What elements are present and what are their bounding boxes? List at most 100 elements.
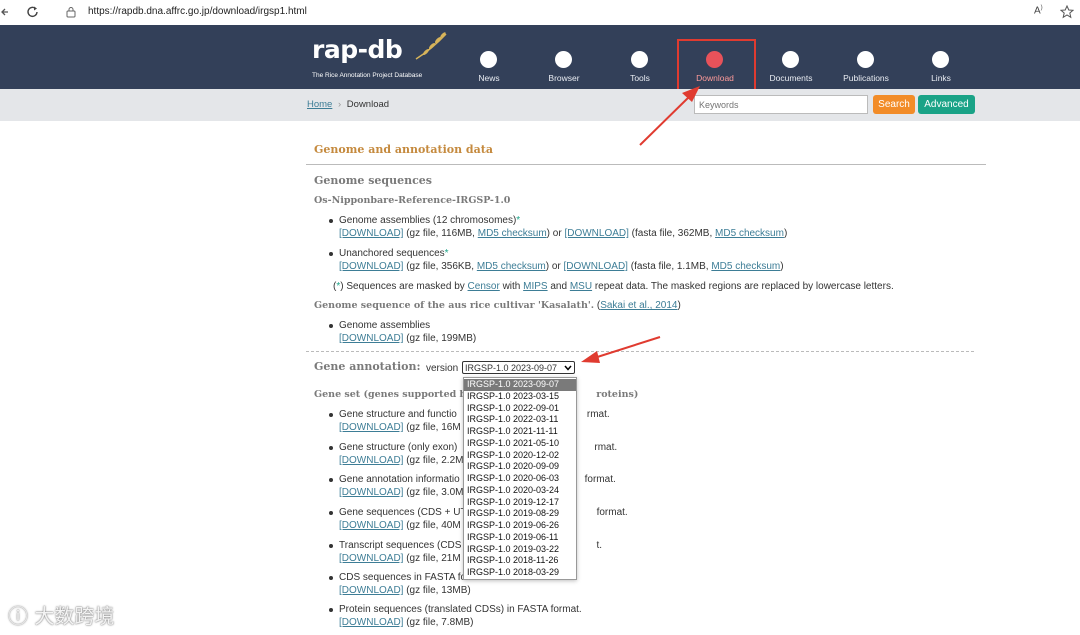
download-link[interactable]: [DOWNLOAD] <box>339 261 403 272</box>
nav-publications[interactable]: Publications <box>831 25 901 89</box>
download-link[interactable]: [DOWNLOAD] <box>339 520 403 531</box>
nav-publications-label: Publications <box>843 73 889 83</box>
download-link[interactable]: [DOWNLOAD] <box>339 617 403 628</box>
rice-logo-icon <box>415 32 447 60</box>
download-link[interactable]: [DOWNLOAD] <box>339 333 403 344</box>
lock-icon[interactable] <box>66 6 76 18</box>
download-link[interactable]: [DOWNLOAD] <box>339 422 403 433</box>
download-line: [DOWNLOAD] (gz file, 21M <box>339 553 461 564</box>
download-line: [DOWNLOAD] (gz file, 3.0M <box>339 487 464 498</box>
list-item: Genome assemblies (12 chromosomes)* <box>328 215 521 226</box>
version-option[interactable]: IRGSP-1.0 2020-12-02 <box>464 450 576 462</box>
breadcrumb-current: Download <box>346 99 390 110</box>
version-option[interactable]: IRGSP-1.0 2020-03-24 <box>464 485 576 497</box>
arrow-annotation-version <box>581 336 661 363</box>
chevron-down-icon <box>564 365 572 371</box>
site-logo[interactable]: rap-db <box>312 35 403 64</box>
nav-browser[interactable]: Browser <box>529 25 599 89</box>
url-bar[interactable]: https://rapdb.dna.affrc.go.jp/download/i… <box>88 6 307 17</box>
version-option[interactable]: IRGSP-1.0 2022-09-01 <box>464 403 576 415</box>
browser-icon <box>555 51 572 68</box>
news-icon <box>480 51 497 68</box>
download-line: [DOWNLOAD] (gz file, 356KB, MD5 checksum… <box>339 261 784 272</box>
download-line: [DOWNLOAD] (gz file, 7.8MB) <box>339 617 474 628</box>
arrow-annotation-download <box>639 86 700 146</box>
version-option[interactable]: IRGSP-1.0 2023-09-07 <box>464 379 576 391</box>
kasalath-title: Genome sequence of the aus rice cultivar… <box>314 300 681 311</box>
version-option[interactable]: IRGSP-1.0 2021-11-11 <box>464 426 576 438</box>
reload-icon[interactable] <box>26 5 40 19</box>
download-line: [DOWNLOAD] (gz file, 40M <box>339 520 461 531</box>
version-option[interactable]: IRGSP-1.0 2019-08-29 <box>464 508 576 520</box>
version-option[interactable]: IRGSP-1.0 2018-03-29 <box>464 567 576 579</box>
version-select-value: IRGSP-1.0 2023-09-07 <box>465 363 558 373</box>
download-link[interactable]: [DOWNLOAD] <box>564 228 628 239</box>
sakai-reference-link[interactable]: Sakai et al., 2014 <box>600 300 677 311</box>
search-button[interactable]: Search <box>873 95 915 114</box>
nav-links[interactable]: Links <box>906 25 976 89</box>
section-title: Genome and annotation data <box>314 143 493 156</box>
favorite-star-icon[interactable] <box>1060 5 1074 19</box>
download-link[interactable]: [DOWNLOAD] <box>564 261 628 272</box>
download-link[interactable]: [DOWNLOAD] <box>339 455 403 466</box>
version-option[interactable]: IRGSP-1.0 2019-06-11 <box>464 532 576 544</box>
version-label: version <box>426 363 459 374</box>
nav-news[interactable]: News <box>454 25 524 89</box>
version-option[interactable]: IRGSP-1.0 2022-03-11 <box>464 414 576 426</box>
watermark: ⓘ 大数跨境 <box>8 604 115 628</box>
gene-annotation-title: Gene annotation: <box>314 360 421 373</box>
version-select[interactable]: IRGSP-1.0 2023-09-07 <box>462 361 575 374</box>
nav-browser-label: Browser <box>548 73 580 83</box>
version-option[interactable]: IRGSP-1.0 2021-05-10 <box>464 438 576 450</box>
version-option[interactable]: IRGSP-1.0 2023-03-15 <box>464 391 576 403</box>
reference-title: Os-Nipponbare-Reference-IRGSP-1.0 <box>314 195 511 206</box>
list-item: Genome assemblies <box>328 320 431 331</box>
md5-link[interactable]: MD5 checksum <box>477 261 546 272</box>
wrench-icon <box>631 51 648 68</box>
download-line: [DOWNLOAD] (gz file, 16M <box>339 422 461 433</box>
nav-links-label: Links <box>931 73 951 83</box>
version-option[interactable]: IRGSP-1.0 2018-11-26 <box>464 555 576 567</box>
advanced-search-button[interactable]: Advanced <box>918 95 975 114</box>
md5-link[interactable]: MD5 checksum <box>715 228 784 239</box>
download-link[interactable]: [DOWNLOAD] <box>339 585 403 596</box>
version-option[interactable]: IRGSP-1.0 2020-09-09 <box>464 461 576 473</box>
documents-icon <box>782 51 799 68</box>
breadcrumb: Home › Download <box>307 99 389 110</box>
censor-link[interactable]: Censor <box>468 281 500 292</box>
download-line: [DOWNLOAD] (gz file, 2.2M <box>339 455 464 466</box>
section-divider <box>306 164 986 165</box>
mips-link[interactable]: MIPS <box>523 281 547 292</box>
md5-link[interactable]: MD5 checksum <box>478 228 547 239</box>
nav-documents-label: Documents <box>769 73 813 83</box>
version-option[interactable]: IRGSP-1.0 2019-06-26 <box>464 520 576 532</box>
md5-link[interactable]: MD5 checksum <box>711 261 780 272</box>
version-dropdown-list: IRGSP-1.0 2023-09-07 IRGSP-1.0 2023-03-15… <box>463 377 577 580</box>
version-option[interactable]: IRGSP-1.0 2020-06-03 <box>464 473 576 485</box>
breadcrumb-bar: Home › Download Search Advanced <box>0 89 1080 121</box>
list-item: Protein sequences (translated CDSs) in F… <box>329 604 582 615</box>
version-option[interactable]: IRGSP-1.0 2019-03-22 <box>464 544 576 556</box>
msu-link[interactable]: MSU <box>570 281 592 292</box>
watermark-logo-icon: ⓘ <box>8 604 28 628</box>
links-icon <box>932 51 949 68</box>
download-line: [DOWNLOAD] (gz file, 199MB) <box>339 333 477 344</box>
breadcrumb-home[interactable]: Home <box>307 99 332 110</box>
download-link[interactable]: [DOWNLOAD] <box>339 553 403 564</box>
list-item: Unanchored sequences* <box>329 248 449 259</box>
publications-icon <box>857 51 874 68</box>
browser-toolbar: https://rapdb.dna.affrc.go.jp/download/i… <box>0 0 1080 26</box>
download-link[interactable]: [DOWNLOAD] <box>339 487 403 498</box>
masking-note: (*) Sequences are masked by Censor with … <box>333 281 894 292</box>
nav-documents[interactable]: Documents <box>756 25 826 89</box>
download-link[interactable]: [DOWNLOAD] <box>339 228 403 239</box>
keyword-search-input[interactable] <box>694 95 868 114</box>
genome-sequences-title: Genome sequences <box>314 174 432 187</box>
site-tagline: The Rice Annotation Project Database <box>312 72 423 79</box>
site-header: rap-db The Rice Annotation Project Datab… <box>0 25 1080 91</box>
version-option[interactable]: IRGSP-1.0 2019-12-17 <box>464 497 576 509</box>
nav-news-label: News <box>478 73 500 83</box>
download-line: [DOWNLOAD] (gz file, 116MB, MD5 checksum… <box>339 228 788 239</box>
back-icon[interactable] <box>0 6 10 18</box>
read-aloud-icon[interactable]: A) <box>1034 5 1043 16</box>
